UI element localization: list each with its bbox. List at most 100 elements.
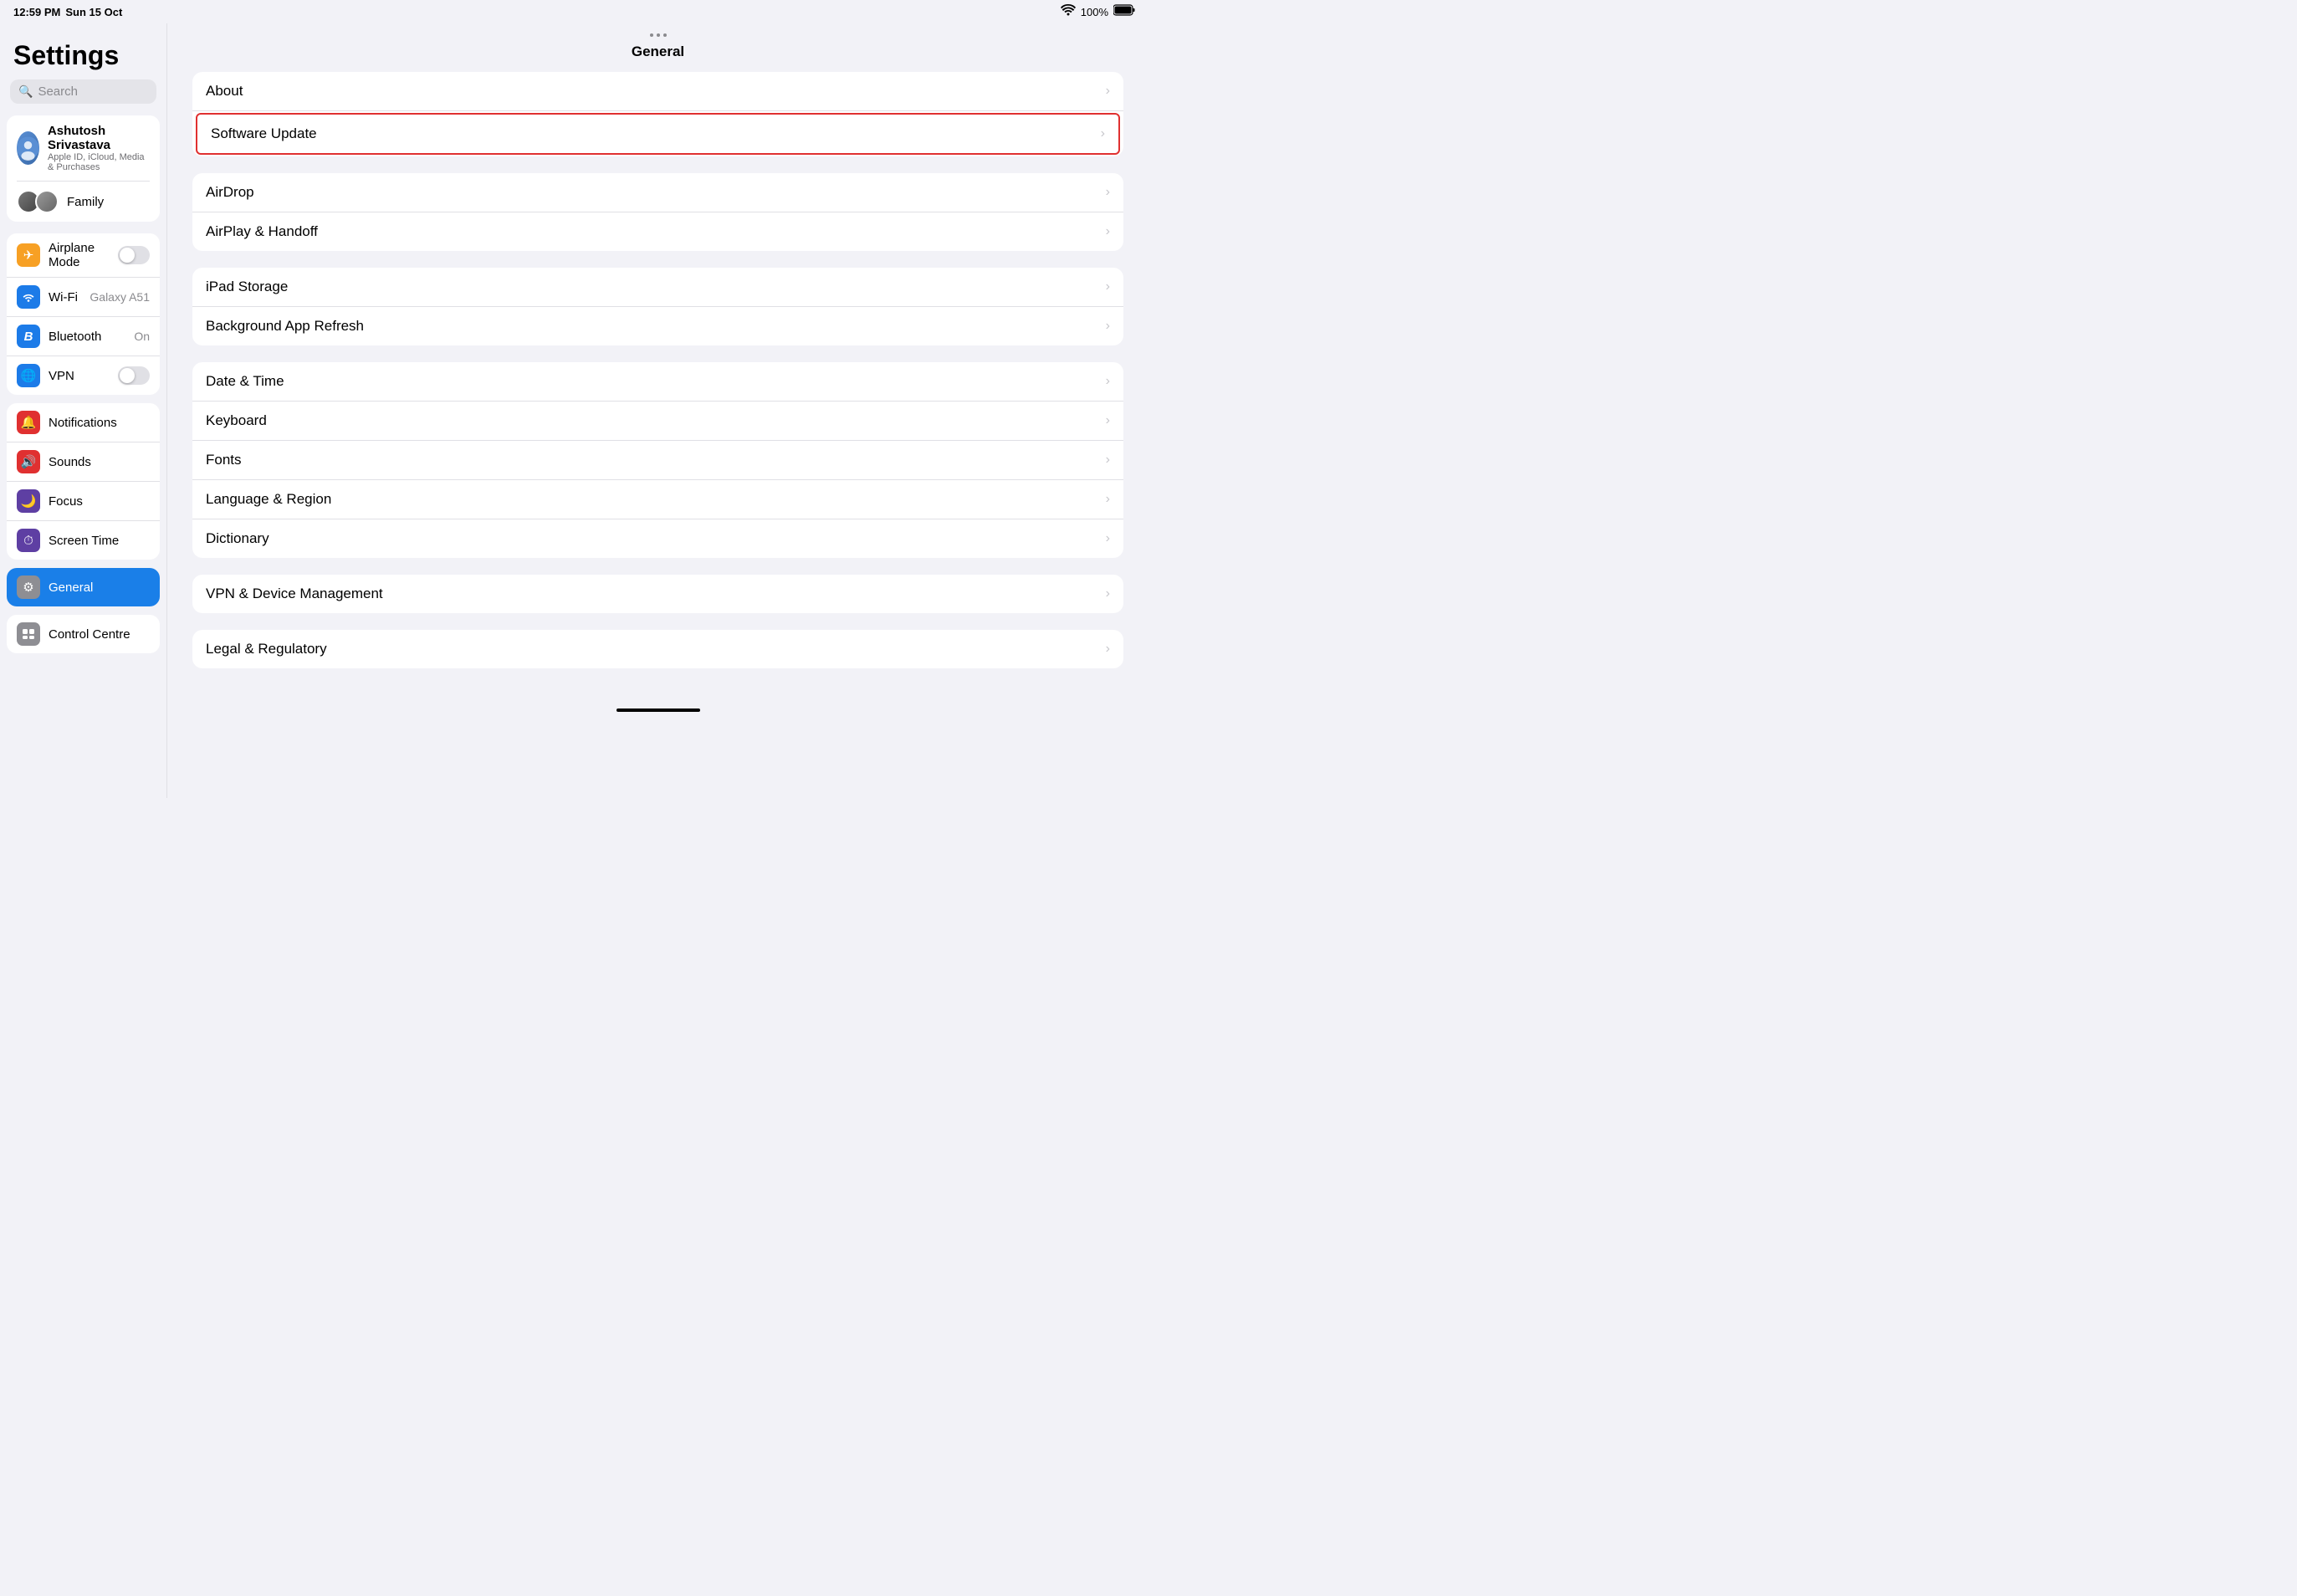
detail-group-1: About › Software Update › (192, 72, 1123, 156)
profile-main: Ashutosh Srivastava Apple ID, iCloud, Me… (17, 124, 150, 182)
sidebar-item-controlcentre[interactable]: Control Centre (7, 615, 160, 653)
bluetooth-label: Bluetooth (49, 330, 125, 344)
detail-panel: General About › Software Update › AirDro… (167, 23, 1148, 798)
status-time: 12:59 PM (13, 6, 60, 18)
profile-name: Ashutosh Srivastava (48, 124, 150, 152)
backgroundrefresh-chevron: › (1106, 319, 1110, 334)
bluetooth-icon: B (17, 325, 40, 348)
sidebar-item-sounds[interactable]: 🔊 Sounds (7, 442, 160, 482)
airplane-toggle[interactable] (118, 246, 150, 264)
legal-chevron: › (1106, 642, 1110, 657)
language-label: Language & Region (206, 491, 1106, 508)
detail-item-about[interactable]: About › (192, 72, 1123, 111)
datetime-label: Date & Time (206, 373, 1106, 390)
airplay-chevron: › (1106, 224, 1110, 239)
sounds-icon: 🔊 (17, 450, 40, 473)
sidebar-item-focus[interactable]: 🌙 Focus (7, 482, 160, 521)
general-icon: ⚙ (17, 575, 40, 599)
vpn-label: VPN (49, 369, 110, 383)
sidebar-item-vpn[interactable]: 🌐 VPN (7, 356, 160, 395)
battery-icon (1113, 4, 1135, 20)
detail-item-backgroundrefresh[interactable]: Background App Refresh › (192, 307, 1123, 345)
search-icon: 🔍 (18, 84, 33, 99)
detail-item-language[interactable]: Language & Region › (192, 480, 1123, 519)
status-bar: 12:59 PM Sun 15 Oct 100% (0, 0, 1148, 23)
airplane-icon: ✈ (17, 243, 40, 267)
softwareupdate-label: Software Update (211, 125, 1101, 142)
airplane-label: Airplane Mode (49, 241, 110, 269)
detail-group-4: Date & Time › Keyboard › Fonts › Languag… (192, 362, 1123, 558)
profile-family[interactable]: Family (17, 182, 150, 213)
vpn-icon: 🌐 (17, 364, 40, 387)
detail-item-legal[interactable]: Legal & Regulatory › (192, 630, 1123, 668)
sidebar-item-bluetooth[interactable]: B Bluetooth On (7, 317, 160, 356)
family-label: Family (67, 195, 104, 209)
notifications-icon: 🔔 (17, 411, 40, 434)
wifi-value: Galaxy A51 (90, 290, 150, 304)
vpn-toggle[interactable] (118, 366, 150, 385)
family-avatars (17, 190, 59, 213)
profile-section[interactable]: Ashutosh Srivastava Apple ID, iCloud, Me… (7, 115, 160, 222)
detail-group-6: Legal & Regulatory › (192, 630, 1123, 668)
vpnmanagement-label: VPN & Device Management (206, 586, 1106, 602)
search-placeholder: Search (38, 84, 78, 99)
airplay-label: AirPlay & Handoff (206, 223, 1106, 240)
dot-1 (650, 33, 653, 37)
search-bar[interactable]: 🔍 Search (10, 79, 156, 104)
notifications-label: Notifications (49, 416, 150, 430)
ipadstorage-label: iPad Storage (206, 279, 1106, 295)
sidebar-item-notifications[interactable]: 🔔 Notifications (7, 403, 160, 442)
detail-item-dictionary[interactable]: Dictionary › (192, 519, 1123, 558)
sidebar-title: Settings (0, 33, 166, 79)
screentime-icon: ⏱ (17, 529, 40, 552)
dot-2 (657, 33, 660, 37)
detail-group-3: iPad Storage › Background App Refresh › (192, 268, 1123, 345)
controlcentre-group: Control Centre (7, 615, 160, 653)
about-label: About (206, 83, 1106, 100)
keyboard-label: Keyboard (206, 412, 1106, 429)
fonts-label: Fonts (206, 452, 1106, 468)
wifi-label: Wi-Fi (49, 290, 81, 304)
focus-icon: 🌙 (17, 489, 40, 513)
bluetooth-value: On (134, 330, 150, 343)
controlcentre-icon (17, 622, 40, 646)
detail-item-vpnmanagement[interactable]: VPN & Device Management › (192, 575, 1123, 613)
detail-dots (167, 33, 1148, 37)
legal-label: Legal & Regulatory (206, 641, 1106, 657)
sidebar: Settings 🔍 Search Ashutosh Srivastava Ap… (0, 23, 167, 798)
detail-item-ipadstorage[interactable]: iPad Storage › (192, 268, 1123, 307)
sidebar-item-wifi[interactable]: Wi-Fi Galaxy A51 (7, 278, 160, 317)
vpnmanagement-chevron: › (1106, 586, 1110, 601)
sidebar-item-airplane[interactable]: ✈ Airplane Mode (7, 233, 160, 278)
controlcentre-label: Control Centre (49, 627, 150, 642)
sidebar-item-general[interactable]: ⚙ General (7, 568, 160, 606)
home-indicator (616, 708, 700, 712)
screentime-label: Screen Time (49, 534, 150, 548)
connectivity-group: ✈ Airplane Mode Wi-Fi Galaxy A51 (7, 233, 160, 395)
wifi-settings-icon (17, 285, 40, 309)
profile-subtitle: Apple ID, iCloud, Media & Purchases (48, 152, 150, 172)
status-indicators: 100% (1061, 4, 1135, 20)
main-layout: Settings 🔍 Search Ashutosh Srivastava Ap… (0, 23, 1148, 798)
detail-item-airdrop[interactable]: AirDrop › (192, 173, 1123, 212)
dot-3 (663, 33, 667, 37)
detail-item-datetime[interactable]: Date & Time › (192, 362, 1123, 402)
backgroundrefresh-label: Background App Refresh (206, 318, 1106, 335)
detail-content: About › Software Update › AirDrop › AirP… (167, 72, 1148, 702)
detail-item-keyboard[interactable]: Keyboard › (192, 402, 1123, 441)
bottom-indicator (167, 702, 1148, 715)
softwareupdate-chevron: › (1101, 126, 1105, 141)
detail-item-fonts[interactable]: Fonts › (192, 441, 1123, 480)
focus-label: Focus (49, 494, 150, 509)
family-avatar-2 (35, 190, 59, 213)
detail-item-softwareupdate[interactable]: Software Update › (196, 113, 1120, 155)
sidebar-item-screentime[interactable]: ⏱ Screen Time (7, 521, 160, 560)
avatar (17, 131, 39, 165)
detail-header: General (167, 23, 1148, 72)
detail-item-airplay[interactable]: AirPlay & Handoff › (192, 212, 1123, 251)
datetime-chevron: › (1106, 374, 1110, 389)
profile-info: Ashutosh Srivastava Apple ID, iCloud, Me… (48, 124, 150, 172)
general-label: General (49, 581, 150, 595)
dictionary-label: Dictionary (206, 530, 1106, 547)
airdrop-label: AirDrop (206, 184, 1106, 201)
